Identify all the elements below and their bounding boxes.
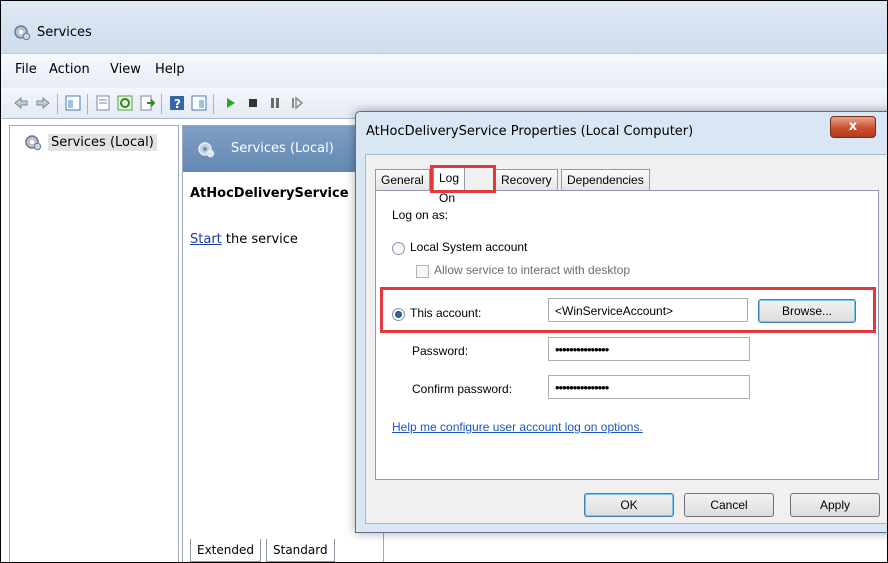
menu-action[interactable]: Action	[49, 62, 90, 77]
start-service-suffix: the service	[221, 232, 298, 247]
help-icon[interactable]: ?	[169, 95, 185, 111]
console-tree: Services (Local)	[9, 125, 179, 562]
menu-view[interactable]: View	[110, 62, 141, 77]
window-title: Services	[37, 25, 92, 40]
tab-recovery[interactable]: Recovery	[495, 169, 558, 190]
local-system-label: Local System account	[410, 240, 528, 254]
password-input[interactable]: •••••••••••••••	[548, 337, 750, 361]
title-bar: Services	[1, 1, 887, 53]
start-service-link[interactable]: Start	[190, 232, 222, 247]
service-name: AtHocDeliveryService	[190, 186, 349, 201]
toolbar-separator	[87, 94, 88, 114]
dialog-body: General Log On Recovery Dependencies Log…	[365, 154, 887, 524]
play-icon[interactable]	[223, 95, 239, 111]
log-on-tab-highlight	[430, 165, 496, 193]
allow-interact-checkbox[interactable]	[416, 265, 429, 278]
start-service-line: Start the service	[190, 232, 298, 247]
forward-arrow-icon[interactable]	[35, 95, 51, 111]
log-on-as-label: Log on as:	[392, 208, 449, 222]
services-gear-icon	[198, 142, 215, 158]
help-configure-link[interactable]: Help me configure user account log on op…	[392, 420, 643, 434]
local-system-radio[interactable]	[392, 242, 405, 255]
menu-file[interactable]: File	[15, 62, 37, 77]
refresh-icon[interactable]	[117, 95, 133, 111]
apply-button[interactable]: Apply	[790, 493, 880, 517]
pause-icon[interactable]	[267, 95, 283, 111]
services-window: Services File Action View Help ? Service…	[0, 0, 888, 563]
menu-bar: File Action View Help	[1, 53, 887, 89]
confirm-password-label: Confirm password:	[412, 382, 513, 396]
tab-dependencies[interactable]: Dependencies	[561, 169, 650, 190]
services-gear-icon	[14, 25, 31, 41]
resume-icon[interactable]	[289, 95, 305, 111]
tab-general[interactable]: General	[375, 169, 430, 190]
details-pane: Services (Local) AtHocDeliveryService St…	[182, 125, 384, 562]
log-on-panel: Log on as: Local System account Allow se…	[375, 190, 879, 480]
properties-icon[interactable]	[95, 95, 111, 111]
view-tabs: Extended Standard	[182, 537, 382, 562]
cancel-button[interactable]: Cancel	[684, 493, 774, 517]
ok-button[interactable]: OK	[584, 493, 674, 517]
close-button[interactable]: x	[830, 116, 876, 138]
toolbar-separator	[57, 94, 58, 114]
details-pane-header: Services (Local)	[183, 126, 383, 172]
menu-help[interactable]: Help	[155, 62, 185, 77]
tab-standard[interactable]: Standard	[266, 539, 335, 562]
tab-extended[interactable]: Extended	[190, 539, 261, 562]
svg-text:?: ?	[174, 97, 181, 111]
this-account-highlight	[380, 287, 876, 333]
export-icon[interactable]	[139, 95, 155, 111]
tree-item-label: Services (Local)	[48, 133, 157, 151]
allow-interact-label: Allow service to interact with desktop	[434, 263, 631, 277]
show-hide-icon[interactable]	[191, 95, 207, 111]
confirm-password-input[interactable]: •••••••••••••••	[548, 375, 750, 399]
tree-item-services-local[interactable]: Services (Local)	[24, 133, 157, 151]
properties-dialog: AtHocDeliveryService Properties (Local C…	[355, 111, 887, 533]
toolbar-separator	[213, 94, 214, 114]
back-arrow-icon[interactable]	[13, 95, 29, 111]
password-label: Password:	[412, 344, 469, 358]
services-gear-icon	[25, 135, 42, 151]
stop-icon[interactable]	[245, 95, 261, 111]
console-tree-icon[interactable]	[65, 95, 81, 111]
dialog-title: AtHocDeliveryService Properties (Local C…	[366, 124, 694, 139]
toolbar-separator	[161, 94, 162, 114]
details-pane-title: Services (Local)	[231, 141, 334, 156]
